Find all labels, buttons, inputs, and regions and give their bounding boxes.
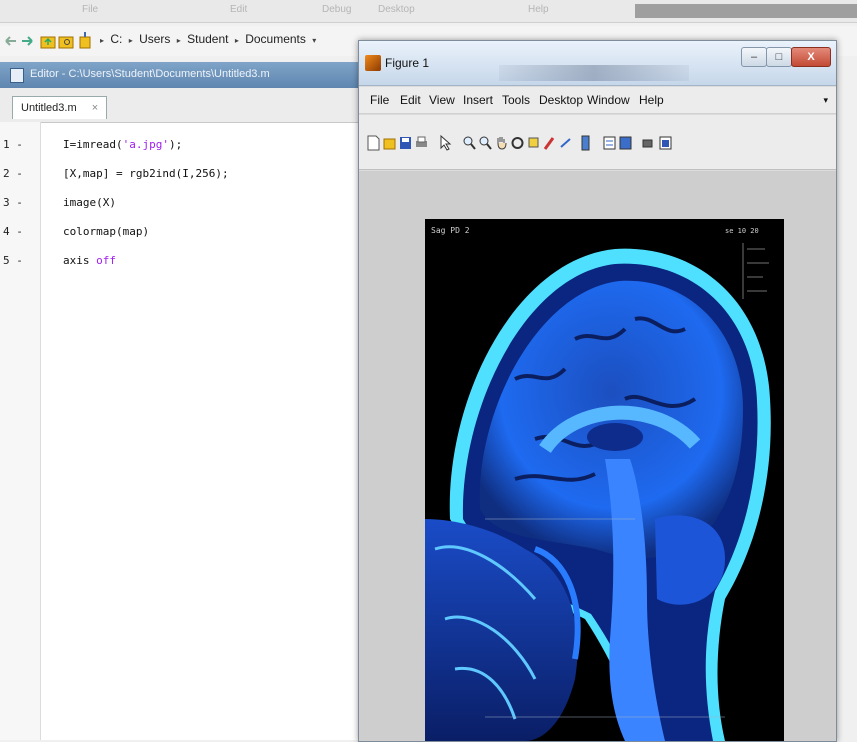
code-text: image(X) <box>63 196 116 209</box>
menu-help[interactable]: Help <box>528 4 549 15</box>
menu-debug[interactable]: Debug <box>322 4 351 15</box>
maximize-button[interactable]: □ <box>766 47 792 67</box>
scan-overlay-left: Sag PD 2 <box>431 226 470 235</box>
figure-toolbar <box>359 115 836 170</box>
back-arrow-icon[interactable] <box>4 34 18 48</box>
tab-label: Untitled3.m <box>21 102 77 114</box>
editor-title: Editor - C:\Users\Student\Documents\Unti… <box>30 68 270 80</box>
data-cursor-icon[interactable] <box>527 135 540 151</box>
breadcrumb-student[interactable]: Student <box>187 32 228 46</box>
hide-plot-tools-icon[interactable] <box>619 135 632 151</box>
forward-arrow-icon[interactable] <box>20 34 34 48</box>
tab-close-icon[interactable]: × <box>92 102 98 114</box>
link-plot-icon[interactable] <box>559 135 572 151</box>
figure-title-bar[interactable]: Figure 1 – □ X <box>359 41 836 86</box>
editor-title-bar: Editor - C:\Users\Student\Documents\Unti… <box>0 62 362 88</box>
brush-icon[interactable] <box>543 135 556 151</box>
code-text: [X,map] = rgb2ind(I,256); <box>63 167 229 180</box>
zoom-in-icon[interactable] <box>463 135 476 151</box>
fig-menu-window[interactable]: Window <box>587 93 630 107</box>
breadcrumb-users[interactable]: Users <box>139 32 170 46</box>
fig-menu-insert[interactable]: Insert <box>463 93 493 107</box>
code-line: 1 - I=imread('a.jpg'); <box>0 138 362 167</box>
fig-menu-view[interactable]: View <box>429 93 455 107</box>
editor-tabbar: Untitled3.m × <box>0 88 362 123</box>
code-line: 4 - colormap(map) <box>0 225 362 254</box>
print-icon[interactable] <box>415 135 428 151</box>
menu-file[interactable]: File <box>82 4 98 15</box>
new-figure-icon[interactable] <box>367 135 380 151</box>
insert-legend-icon[interactable] <box>603 135 616 151</box>
pan-hand-icon[interactable] <box>495 135 508 151</box>
fig-menu-help[interactable]: Help <box>639 93 664 107</box>
up-folder-icon[interactable] <box>40 33 56 49</box>
rotate-3d-icon[interactable] <box>511 135 524 151</box>
code-text: I=imread('a.jpg'); <box>63 138 183 151</box>
fig-menu-desktop[interactable]: Desktop <box>539 93 583 107</box>
matlab-logo-icon <box>365 55 381 71</box>
menu-desktop[interactable]: Desktop <box>378 4 415 15</box>
breadcrumb-documents[interactable]: Documents <box>245 32 306 46</box>
close-button[interactable]: X <box>791 47 831 67</box>
fig-menu-tools[interactable]: Tools <box>502 93 530 107</box>
figure-window: Figure 1 – □ X File Edit View Insert Too… <box>358 40 837 742</box>
scan-overlay-right: se 10 20 <box>725 227 759 235</box>
breadcrumb: ▸ C: ▸ Users ▸ Student ▸ Documents ▾ <box>100 32 317 46</box>
open-file-icon[interactable] <box>383 135 396 151</box>
toolbar-placeholder <box>635 4 857 18</box>
browse-folder-icon[interactable] <box>58 33 74 49</box>
mri-sagittal-scan: Sag PD 2 se 10 20 <box>425 219 784 741</box>
fig-menu-edit[interactable]: Edit <box>400 93 421 107</box>
menu-overflow-icon[interactable]: ▾ <box>823 95 828 106</box>
mri-brain-image: Sag PD 2 se 10 20 <box>425 219 784 741</box>
editor-window-icon <box>10 68 24 83</box>
show-plot-tools-icon[interactable] <box>641 135 654 151</box>
dock-figure-icon[interactable] <box>659 135 672 151</box>
code-line: 5 - axis off <box>0 254 362 283</box>
tab-untitled3[interactable]: Untitled3.m × <box>12 96 108 119</box>
main-menu-strip: File Edit Debug Desktop Help <box>0 0 857 23</box>
insert-colorbar-icon[interactable] <box>579 135 592 151</box>
code-text: colormap(map) <box>63 225 150 238</box>
line-number: 3 - <box>3 196 23 209</box>
menu-edit[interactable]: Edit <box>230 4 247 15</box>
line-number: 2 - <box>3 167 23 180</box>
breadcrumb-drive[interactable]: C: <box>110 32 122 46</box>
minimize-button[interactable]: – <box>741 47 767 67</box>
code-line: 3 - image(X) <box>0 196 362 225</box>
line-number: 1 - <box>3 138 23 151</box>
figure-canvas[interactable]: Sag PD 2 se 10 20 <box>359 171 836 741</box>
code-line: 2 - [X,map] = rgb2ind(I,256); <box>0 167 362 196</box>
line-number: 5 - <box>3 254 23 267</box>
editor-window: Editor - C:\Users\Student\Documents\Unti… <box>0 62 363 740</box>
folder-path-icon <box>79 32 91 49</box>
zoom-out-icon[interactable] <box>479 135 492 151</box>
code-text: axis off <box>63 254 116 267</box>
title-blur <box>499 65 689 81</box>
edit-plot-arrow-icon[interactable] <box>439 135 452 151</box>
code-area[interactable]: 1 - I=imread('a.jpg'); 2 - [X,map] = rgb… <box>0 138 362 283</box>
fig-menu-file[interactable]: File <box>370 93 389 107</box>
figure-menubar: File Edit View Insert Tools Desktop Wind… <box>359 87 836 114</box>
figure-title: Figure 1 <box>385 56 430 70</box>
line-number: 4 - <box>3 225 23 238</box>
save-icon[interactable] <box>399 135 412 151</box>
